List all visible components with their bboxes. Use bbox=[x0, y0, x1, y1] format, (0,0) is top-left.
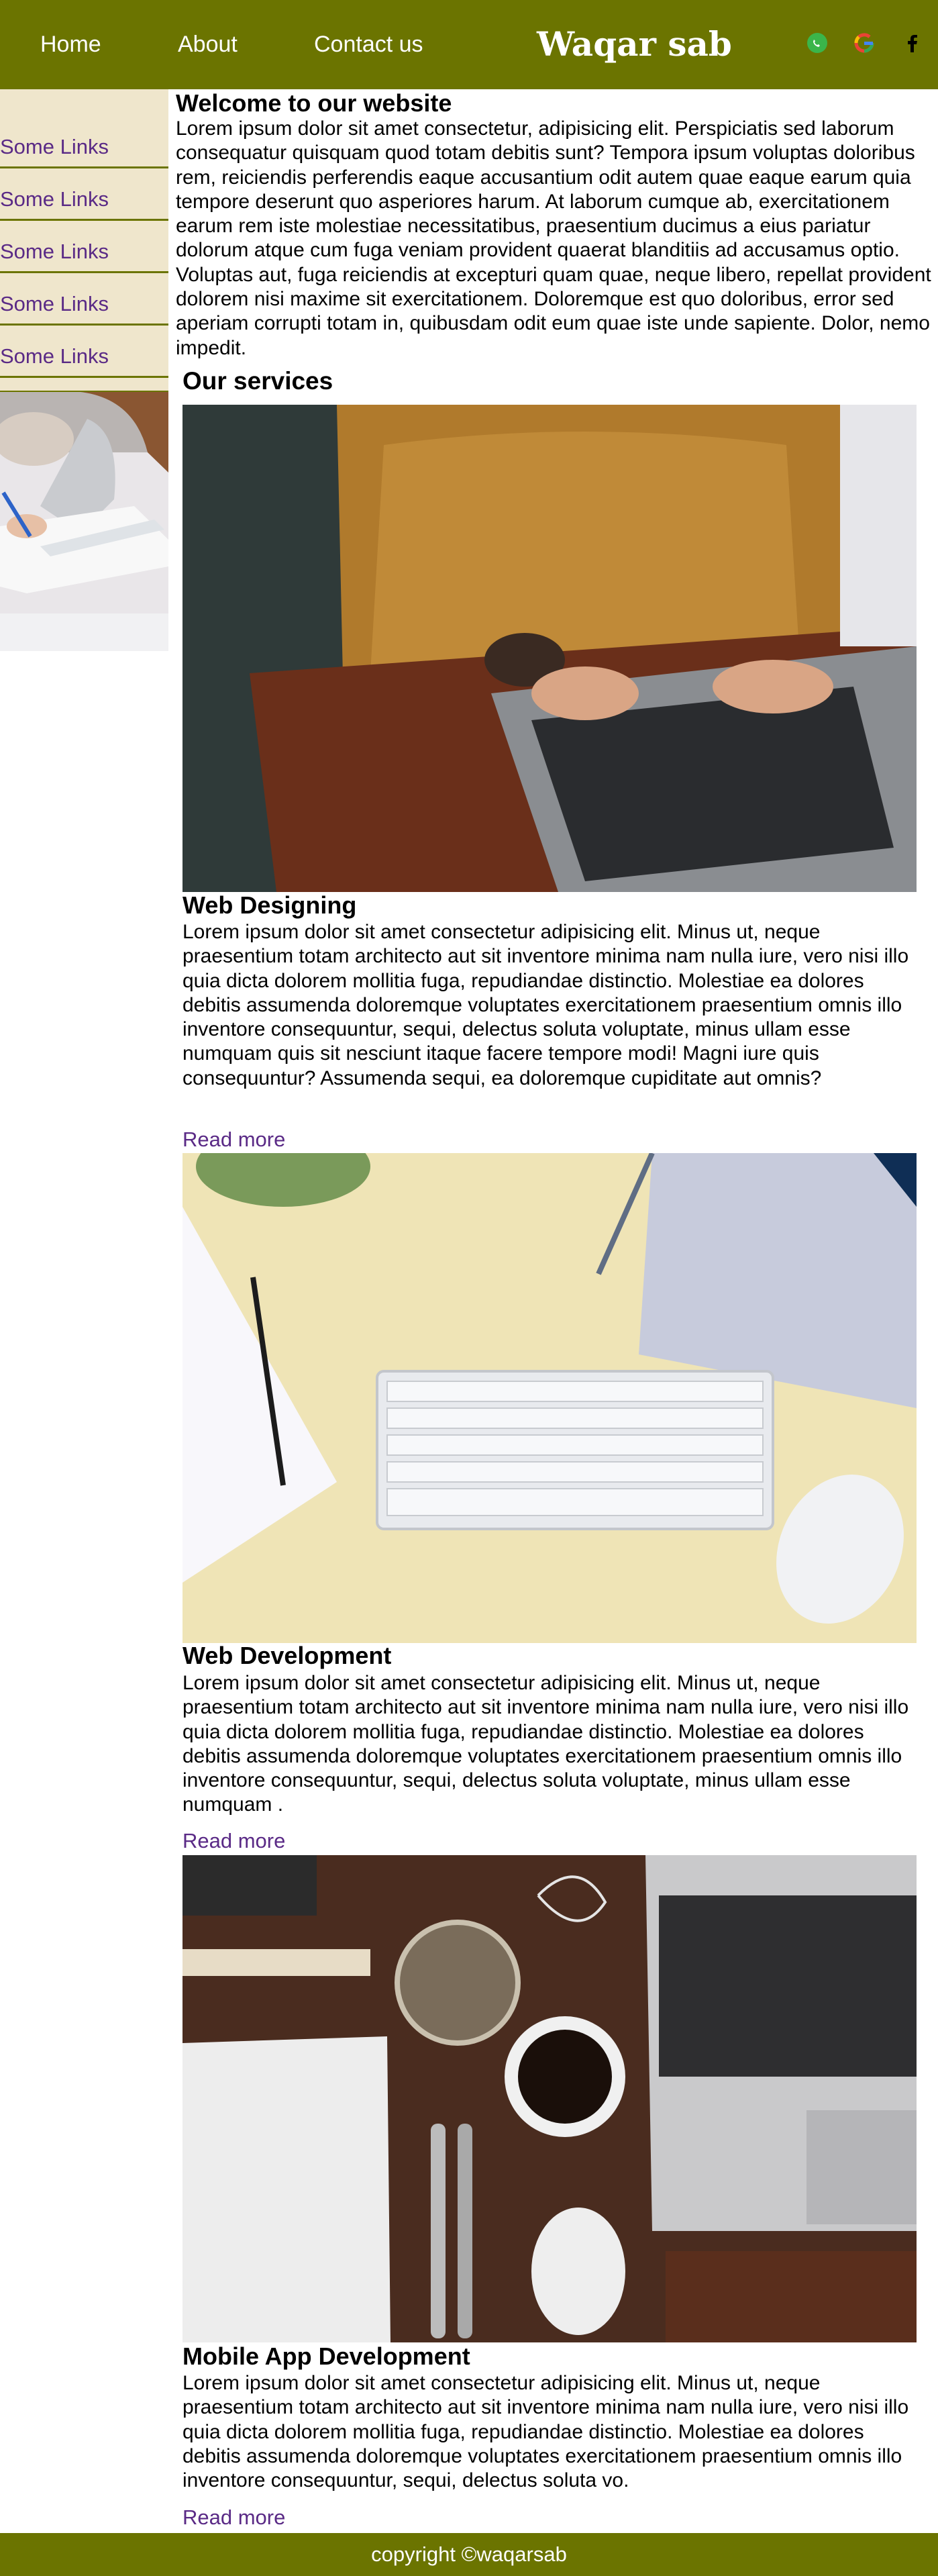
read-more-link[interactable]: Read more bbox=[183, 2506, 285, 2530]
web-designing-image bbox=[183, 405, 917, 892]
nav-home-link[interactable]: Home bbox=[40, 31, 101, 58]
facebook-icon[interactable] bbox=[900, 31, 925, 55]
google-icon[interactable] bbox=[852, 31, 876, 55]
sidebar-writing-image bbox=[0, 392, 168, 651]
sidebar-link[interactable]: Some Links bbox=[0, 135, 109, 159]
copyright-text: copyright ©waqarsab bbox=[371, 2542, 567, 2566]
sidebar-link[interactable]: Some Links bbox=[0, 344, 109, 368]
read-more-link[interactable]: Read more bbox=[183, 1829, 285, 1853]
service-description: Lorem ipsum dolor sit amet consectetur a… bbox=[183, 2372, 909, 2492]
service-description: Lorem ipsum dolor sit amet consectetur a… bbox=[183, 921, 909, 1089]
sidebar-link[interactable]: Some Links bbox=[0, 292, 109, 316]
welcome-paragraph: Lorem ipsum dolor sit amet consectetur, … bbox=[176, 117, 931, 359]
sidebar-divider bbox=[0, 378, 168, 393]
nav-about-link[interactable]: About bbox=[178, 31, 238, 58]
whatsapp-icon[interactable] bbox=[805, 31, 829, 55]
welcome-title: Welcome to our website bbox=[176, 89, 452, 117]
service-title: Web Designing bbox=[183, 891, 357, 919]
brand-logo-text: Waqar sab bbox=[537, 24, 732, 64]
service-title: Web Development bbox=[183, 1642, 392, 1669]
read-more-link[interactable]: Read more bbox=[183, 1128, 285, 1152]
sidebar-link[interactable]: Some Links bbox=[0, 187, 109, 211]
sidebar-link[interactable]: Some Links bbox=[0, 240, 109, 264]
service-description: Lorem ipsum dolor sit amet consectetur a… bbox=[183, 1672, 909, 1816]
site-footer: copyright ©waqarsab bbox=[0, 2533, 938, 2576]
site-header: Home About Contact us Waqar sab bbox=[0, 0, 938, 89]
service-title: Mobile App Development bbox=[183, 2342, 470, 2370]
nav-contact-link[interactable]: Contact us bbox=[314, 31, 423, 58]
services-heading: Our services bbox=[183, 367, 333, 395]
mobile-app-development-image bbox=[183, 1855, 917, 2342]
web-development-image bbox=[183, 1153, 917, 1643]
